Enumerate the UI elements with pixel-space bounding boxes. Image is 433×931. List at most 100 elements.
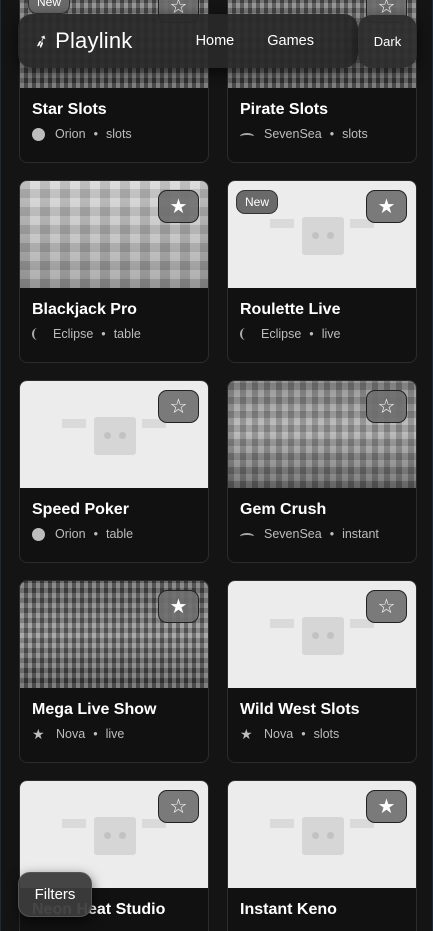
new-badge: New bbox=[236, 190, 279, 214]
provider-wave-icon bbox=[240, 532, 254, 540]
game-meta: Orion • table bbox=[32, 527, 196, 541]
game-thumbnail[interactable]: ★ bbox=[228, 781, 416, 888]
favorite-outline-star-icon[interactable]: ☆ bbox=[158, 390, 199, 423]
placeholder-shape bbox=[270, 219, 294, 228]
placeholder-image-icon bbox=[302, 817, 344, 855]
game-title[interactable]: Instant Keno bbox=[240, 901, 404, 919]
nav-home[interactable]: Home bbox=[196, 33, 235, 49]
favorite-filled-star-icon[interactable]: ★ bbox=[366, 790, 407, 823]
game-meta: SevenSea • instant bbox=[240, 527, 404, 541]
placeholder-image-icon bbox=[94, 817, 136, 855]
provider-name: Eclipse bbox=[53, 327, 94, 341]
provider-name: SevenSea bbox=[264, 527, 322, 541]
nav-games[interactable]: Games bbox=[267, 33, 314, 49]
rocket-icon: ➶ bbox=[30, 28, 52, 53]
game-card[interactable]: ★ Blackjack Pro Eclipse • table bbox=[19, 180, 209, 363]
game-meta: Eclipse • table bbox=[32, 327, 196, 341]
game-category: instant bbox=[342, 527, 379, 541]
game-thumbnail[interactable]: ☆ bbox=[20, 381, 208, 488]
favorite-filled-star-icon[interactable]: ★ bbox=[158, 590, 199, 623]
game-category: table bbox=[105, 527, 134, 541]
provider-star-icon: ★ bbox=[32, 726, 45, 742]
game-card[interactable]: New ★ Roulette Live Eclipse • live bbox=[227, 180, 417, 363]
game-grid: New ☆ Star Slots Orion • slots ☆ Pirate Slots Se… bbox=[19, 0, 417, 931]
game-card[interactable]: ☆ Gem Crush SevenSea • instant bbox=[227, 380, 417, 563]
game-card[interactable]: ★ Instant Keno bbox=[227, 780, 417, 931]
game-card[interactable]: ☆ Wild West Slots ★ Nova • slots bbox=[227, 580, 417, 763]
provider-name: Nova bbox=[264, 727, 294, 741]
game-thumbnail[interactable]: New ★ bbox=[228, 181, 416, 288]
theme-toggle-button[interactable]: Dark bbox=[358, 15, 417, 68]
provider-name: Orion bbox=[55, 127, 86, 141]
game-title[interactable]: Roulette Live bbox=[240, 301, 404, 319]
game-thumbnail[interactable]: ☆ bbox=[228, 381, 416, 488]
game-category: slots bbox=[105, 127, 132, 141]
game-info: Mega Live Show ★ Nova • live bbox=[20, 688, 208, 741]
provider-crescent-icon bbox=[32, 328, 43, 340]
game-category: live bbox=[321, 327, 341, 341]
separator-dot: • bbox=[93, 527, 98, 541]
game-meta: Orion • slots bbox=[32, 127, 196, 141]
game-thumbnail[interactable]: ☆ bbox=[228, 581, 416, 688]
separator-dot: • bbox=[93, 727, 98, 741]
new-badge: New bbox=[28, 0, 71, 14]
separator-dot: • bbox=[329, 127, 335, 141]
separator-dot: • bbox=[93, 127, 98, 141]
game-category: slots bbox=[342, 127, 368, 141]
game-meta: ★ Nova • slots bbox=[240, 727, 404, 741]
provider-wave-icon bbox=[240, 132, 254, 140]
placeholder-image-icon bbox=[94, 417, 136, 455]
provider-circle-icon bbox=[32, 527, 45, 541]
game-meta: Eclipse • live bbox=[240, 327, 404, 341]
game-info: Speed Poker Orion • table bbox=[20, 488, 208, 541]
game-category: slots bbox=[313, 727, 340, 741]
provider-name: Orion bbox=[55, 527, 86, 541]
placeholder-shape bbox=[62, 419, 86, 428]
game-info: Gem Crush SevenSea • instant bbox=[228, 488, 416, 541]
game-category: table bbox=[113, 327, 141, 341]
brand-name: Playlink bbox=[55, 28, 133, 53]
game-title[interactable]: Gem Crush bbox=[240, 501, 404, 519]
game-title[interactable]: Blackjack Pro bbox=[32, 301, 196, 319]
favorite-filled-star-icon[interactable]: ★ bbox=[366, 190, 407, 223]
provider-crescent-icon bbox=[240, 328, 251, 340]
app-frame: New ☆ Star Slots Orion • slots ☆ Pirate Slots Se… bbox=[0, 0, 433, 931]
game-category: live bbox=[105, 727, 125, 741]
provider-circle-icon bbox=[32, 127, 45, 141]
game-info: Instant Keno bbox=[228, 888, 416, 919]
game-info: Roulette Live Eclipse • live bbox=[228, 288, 416, 341]
separator-dot: • bbox=[301, 727, 306, 741]
game-title[interactable]: Star Slots bbox=[32, 101, 196, 119]
game-info: Blackjack Pro Eclipse • table bbox=[20, 288, 208, 341]
brand-logo[interactable]: ➶ Playlink bbox=[30, 28, 133, 54]
provider-name: Nova bbox=[56, 727, 86, 741]
filters-button[interactable]: Filters bbox=[18, 872, 92, 917]
game-info: Pirate Slots SevenSea • slots bbox=[228, 88, 416, 141]
favorite-outline-star-icon[interactable]: ☆ bbox=[366, 590, 407, 623]
placeholder-shape bbox=[62, 819, 86, 828]
game-meta: ★ Nova • live bbox=[32, 727, 196, 741]
provider-name: SevenSea bbox=[264, 127, 322, 141]
game-thumbnail[interactable]: ★ bbox=[20, 581, 208, 688]
separator-dot: • bbox=[309, 327, 314, 341]
game-title[interactable]: Mega Live Show bbox=[32, 701, 196, 719]
game-thumbnail[interactable]: ★ bbox=[20, 181, 208, 288]
game-title[interactable]: Pirate Slots bbox=[240, 101, 404, 119]
game-title[interactable]: Wild West Slots bbox=[240, 701, 404, 719]
provider-name: Eclipse bbox=[261, 327, 302, 341]
top-header: ➶ Playlink Home Games bbox=[18, 14, 358, 68]
favorite-outline-star-icon[interactable]: ☆ bbox=[366, 390, 407, 423]
favorite-outline-star-icon[interactable]: ☆ bbox=[158, 790, 199, 823]
placeholder-shape bbox=[270, 819, 294, 828]
placeholder-shape bbox=[270, 619, 294, 628]
game-info: Star Slots Orion • slots bbox=[20, 88, 208, 141]
game-card[interactable]: ★ Mega Live Show ★ Nova • live bbox=[19, 580, 209, 763]
main-nav: Home Games bbox=[196, 33, 314, 49]
provider-star-icon: ★ bbox=[240, 726, 253, 742]
game-title[interactable]: Speed Poker bbox=[32, 501, 196, 519]
game-card[interactable]: ☆ Speed Poker Orion • table bbox=[19, 380, 209, 563]
separator-dot: • bbox=[101, 327, 106, 341]
game-info: Wild West Slots ★ Nova • slots bbox=[228, 688, 416, 741]
game-meta: SevenSea • slots bbox=[240, 127, 404, 141]
favorite-filled-star-icon[interactable]: ★ bbox=[158, 190, 199, 223]
